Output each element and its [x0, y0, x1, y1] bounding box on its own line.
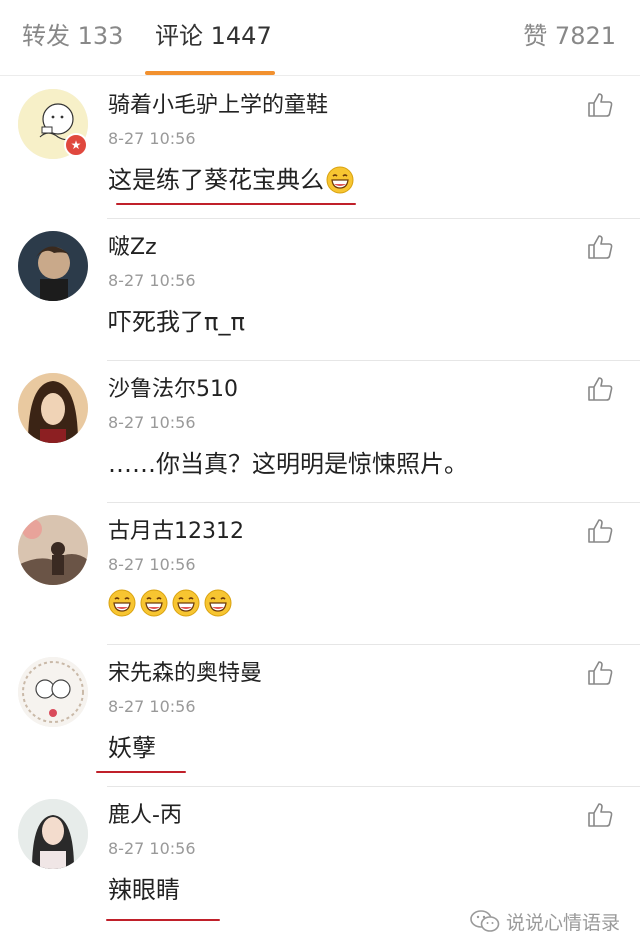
comment-text: 这是练了葵花宝典么 — [108, 163, 354, 197]
avatar[interactable] — [18, 373, 88, 443]
comment-item: 啵Zz 8-27 10:56 吓死我了π_π — [0, 219, 640, 361]
annotation-underline — [96, 771, 186, 773]
laugh-emoji-icon — [108, 589, 136, 617]
thumbs-up-icon[interactable] — [586, 91, 614, 119]
comment-username[interactable]: 鹿人-丙 — [108, 801, 182, 831]
comment-text-body: 这是练了葵花宝典么 — [108, 166, 324, 194]
comment-time: 8-27 10:56 — [108, 413, 196, 432]
comment-time: 8-27 10:56 — [108, 271, 196, 290]
annotation-underline — [106, 919, 220, 921]
avatar[interactable] — [18, 515, 88, 585]
avatar[interactable] — [18, 231, 88, 301]
comment-username[interactable]: 骑着小毛驴上学的童鞋 — [108, 91, 328, 121]
active-tab-indicator — [145, 71, 275, 75]
comment-text: ……你当真？这明明是惊悚照片。 — [108, 447, 468, 481]
avatar[interactable] — [18, 799, 88, 869]
comment-list: ★ 骑着小毛驴上学的童鞋 8-27 10:56 这是练了葵花宝典么 啵Zz 8-… — [0, 77, 640, 929]
tab-comments-label: 评论 — [155, 22, 203, 50]
tab-reposts[interactable]: 转发 133 — [22, 20, 123, 52]
comment-item: 沙鲁法尔510 8-27 10:56 ……你当真？这明明是惊悚照片。 — [0, 361, 640, 503]
tab-reposts-label: 转发 — [22, 22, 70, 50]
tab-reposts-count: 133 — [77, 22, 124, 50]
comment-text: 吓死我了π_π — [108, 305, 245, 339]
tab-comments-count: 1447 — [210, 22, 272, 50]
avatar[interactable] — [18, 657, 88, 727]
comment-username[interactable]: 沙鲁法尔510 — [108, 375, 238, 405]
tab-comments[interactable]: 评论 1447 — [155, 20, 272, 52]
comment-item: 古月古12312 8-27 10:56 — [0, 503, 640, 645]
comment-text-body: 辣眼睛 — [108, 876, 180, 904]
comment-time: 8-27 10:56 — [108, 129, 196, 148]
comment-text-body: ……你当真？这明明是惊悚照片。 — [108, 450, 468, 478]
comment-item: ★ 骑着小毛驴上学的童鞋 8-27 10:56 这是练了葵花宝典么 — [0, 77, 640, 219]
comment-text-body: 吓死我了π_π — [108, 308, 245, 336]
thumbs-up-icon[interactable] — [586, 659, 614, 687]
vip-badge-icon: ★ — [64, 133, 88, 157]
tab-likes[interactable]: 赞 7821 — [523, 20, 616, 52]
tab-likes-label: 赞 — [523, 22, 548, 50]
comment-time: 8-27 10:56 — [108, 839, 196, 858]
comment-text: 辣眼睛 — [108, 873, 180, 907]
comment-text-body: 妖孽 — [108, 734, 156, 762]
thumbs-up-icon[interactable] — [586, 233, 614, 261]
comment-username[interactable]: 古月古12312 — [108, 517, 244, 547]
thumbs-up-icon[interactable] — [586, 801, 614, 829]
annotation-underline — [116, 203, 356, 205]
comment-username[interactable]: 宋先森的奥特曼 — [108, 659, 262, 689]
laugh-emoji-icon — [326, 166, 354, 194]
comment-time: 8-27 10:56 — [108, 555, 196, 574]
comment-text: 妖孽 — [108, 731, 156, 765]
comment-username[interactable]: 啵Zz — [108, 233, 157, 263]
comment-time: 8-27 10:56 — [108, 697, 196, 716]
thumbs-up-icon[interactable] — [586, 517, 614, 545]
wechat-icon — [470, 909, 500, 933]
comment-text — [108, 589, 236, 617]
tab-likes-count: 7821 — [554, 22, 616, 50]
thumbs-up-icon[interactable] — [586, 375, 614, 403]
watermark-text: 说说心情语录 — [505, 911, 620, 934]
comment-tabs: 转发 133 评论 1447 赞 7821 — [0, 0, 640, 76]
laugh-emoji-icon — [140, 589, 168, 617]
watermark: 说说心情语录 — [470, 906, 620, 936]
comment-item: 宋先森的奥特曼 8-27 10:56 妖孽 — [0, 645, 640, 787]
laugh-emoji-icon — [204, 589, 232, 617]
laugh-emoji-icon — [172, 589, 200, 617]
